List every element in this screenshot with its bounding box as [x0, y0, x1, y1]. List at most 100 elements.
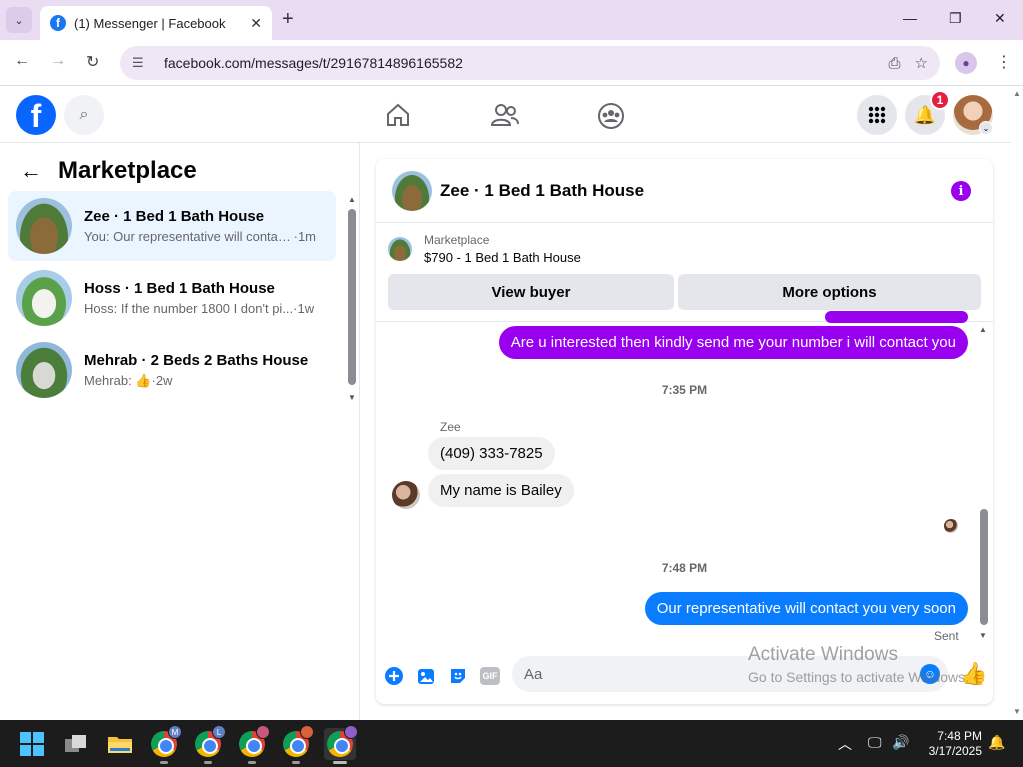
- thumbs-up-like-icon[interactable]: 👍: [960, 661, 987, 687]
- facebook-logo-icon[interactable]: f: [16, 95, 56, 135]
- volume-icon[interactable]: 🔊: [892, 734, 909, 751]
- install-app-icon[interactable]: ⎙: [889, 55, 901, 72]
- back-arrow-icon[interactable]: ←: [20, 158, 42, 184]
- file-explorer-icon[interactable]: [104, 728, 136, 760]
- marketplace-listing[interactable]: Marketplace $790 - 1 Bed 1 Bath House: [388, 233, 581, 265]
- address-bar[interactable]: ☰ facebook.com/messages/t/29167814896165…: [120, 46, 940, 80]
- message-input[interactable]: [512, 656, 948, 692]
- scroll-down-icon[interactable]: ▼: [348, 393, 356, 402]
- scrollbar-thumb[interactable]: [348, 209, 356, 385]
- browser-profile-icon[interactable]: ●: [955, 52, 977, 74]
- message-timestamp: 7:48 PM: [661, 561, 708, 575]
- conversation-preview: Mehrab: 👍: [84, 372, 152, 388]
- close-window-icon[interactable]: ✕: [994, 10, 1006, 27]
- chrome-profile-l-icon[interactable]: L: [192, 725, 226, 764]
- restore-icon[interactable]: ❐: [949, 10, 962, 27]
- photo-gallery-icon[interactable]: [415, 665, 437, 687]
- sticker-icon[interactable]: [447, 665, 469, 687]
- chat-thumbnail[interactable]: [392, 170, 432, 211]
- clipped-outgoing-message: [825, 311, 968, 323]
- page-scroll-down-icon[interactable]: ▼: [1013, 707, 1021, 716]
- add-attachment-plus-icon[interactable]: [383, 665, 405, 687]
- notification-center-bell-icon[interactable]: 🔔: [988, 734, 1005, 751]
- account-chevron-icon[interactable]: ⌄: [979, 121, 993, 135]
- show-hidden-icons-chevron-icon[interactable]: ︿: [838, 734, 852, 754]
- marketplace-label: Marketplace: [424, 233, 490, 247]
- friends-icon[interactable]: [490, 101, 520, 131]
- chrome-active-window-icon[interactable]: [324, 725, 358, 764]
- conversation-item[interactable]: Hoss · 1 Bed 1 Bath House Hoss: If the n…: [8, 263, 336, 333]
- conversation-name: Mehrab · 2 Beds 2 Baths House: [84, 351, 309, 369]
- sender-avatar[interactable]: [392, 481, 420, 509]
- profile-photo-badge-icon: [300, 725, 314, 739]
- back-arrow-icon[interactable]: ←: [14, 52, 30, 70]
- profile-photo-badge-icon: [256, 725, 270, 739]
- marketplace-sidebar: ← Marketplace Zee · 1 Bed 1 Bath House Y…: [0, 143, 360, 720]
- tab-search-chevron-icon[interactable]: ⌄: [6, 7, 32, 33]
- menu-grid-icon[interactable]: [857, 95, 897, 135]
- chat-scroll-down-icon[interactable]: ▼: [979, 631, 987, 640]
- browser-menu-icon[interactable]: ⋮: [996, 52, 1012, 72]
- profile-photo-badge-icon: [344, 725, 358, 739]
- chat-header: Zee · 1 Bed 1 Bath House i: [376, 159, 993, 223]
- chrome-profile-icon[interactable]: [280, 725, 314, 764]
- reload-icon[interactable]: ↻: [86, 52, 99, 72]
- conversation-thumbnail: [16, 198, 72, 254]
- home-icon[interactable]: [383, 101, 413, 131]
- chat-scroll-up-icon[interactable]: ▲: [979, 325, 987, 334]
- page-scroll-up-icon[interactable]: ▲: [1013, 89, 1021, 98]
- conversation-item[interactable]: Zee · 1 Bed 1 Bath House You: Our repres…: [8, 191, 336, 261]
- forward-arrow-icon[interactable]: →: [50, 52, 66, 70]
- chrome-profile-m-icon[interactable]: M: [148, 725, 182, 764]
- profile-badge: L: [212, 725, 226, 739]
- facebook-favicon-icon: f: [50, 15, 66, 31]
- conversation-time: ·1m: [293, 229, 316, 244]
- incoming-message[interactable]: (409) 333-7825: [428, 437, 555, 470]
- profile-badge: M: [168, 725, 182, 739]
- notification-badge: 1: [930, 90, 950, 110]
- message-status: Sent: [934, 629, 959, 643]
- windows-taskbar: M L ︿ 🖵 🔊 7:48 PM 3/17/2025 🔔: [0, 720, 1023, 767]
- outgoing-message[interactable]: Our representative will contact you very…: [644, 592, 968, 625]
- system-clock[interactable]: 7:48 PM 3/17/2025: [920, 729, 982, 759]
- groups-icon[interactable]: [596, 101, 626, 131]
- conversation-time: ·1w: [293, 301, 315, 316]
- url-text[interactable]: facebook.com/messages/t/2916781489616558…: [164, 55, 875, 71]
- outgoing-message[interactable]: Are u interested then kindly send me you…: [498, 326, 968, 359]
- start-windows-icon[interactable]: [16, 728, 48, 760]
- conversation-preview: Hoss: If the number 1800 I don't pi...: [84, 301, 294, 316]
- conversation-time: ·2w: [151, 372, 173, 388]
- chrome-profile-icon[interactable]: [236, 725, 270, 764]
- conversation-thumbnail: [16, 342, 72, 398]
- chat-title[interactable]: Zee · 1 Bed 1 Bath House: [440, 181, 644, 201]
- site-settings-icon[interactable]: ☰: [132, 55, 150, 71]
- close-tab-icon[interactable]: ✕: [250, 15, 262, 32]
- gif-icon[interactable]: GIF: [480, 667, 500, 685]
- page-scrollbar[interactable]: ▲ ▼: [1011, 87, 1023, 720]
- chat-panel: Zee · 1 Bed 1 Bath House i Marketplace $…: [376, 159, 993, 704]
- facebook-search-icon[interactable]: ⌕: [64, 95, 104, 135]
- task-view-icon[interactable]: [60, 728, 92, 760]
- view-buyer-button[interactable]: View buyer: [388, 274, 674, 310]
- incoming-message[interactable]: My name is Bailey: [428, 474, 574, 507]
- emoji-icon[interactable]: ☺: [920, 664, 940, 684]
- info-icon[interactable]: i: [951, 181, 971, 201]
- chat-scrollbar-thumb[interactable]: [980, 509, 988, 625]
- sidebar-scrollbar[interactable]: ▲ ▼: [347, 195, 357, 405]
- tab-title: (1) Messenger | Facebook: [74, 15, 226, 31]
- conversation-thumbnail: [16, 270, 72, 326]
- minimize-icon[interactable]: —: [903, 10, 917, 26]
- conversation-item[interactable]: Mehrab · 2 Beds 2 Baths House Mehrab: 👍 ·…: [8, 335, 336, 405]
- browser-tab-messenger[interactable]: f (1) Messenger | Facebook ✕: [40, 6, 272, 40]
- more-options-button[interactable]: More options: [678, 274, 981, 310]
- scroll-up-icon[interactable]: ▲: [348, 195, 356, 204]
- message-sender-name: Zee: [440, 420, 461, 434]
- network-icon[interactable]: 🖵: [868, 734, 882, 751]
- new-tab-plus-icon[interactable]: +: [282, 8, 294, 31]
- sidebar-header: ← Marketplace: [20, 157, 197, 185]
- browser-tab-bar: ⌄ f (1) Messenger | Facebook ✕ + — ❐ ✕: [0, 0, 1023, 40]
- listing-thumbnail: [388, 237, 412, 261]
- bookmark-star-icon[interactable]: ☆: [915, 54, 928, 72]
- conversation-preview: You: Our representative will contac...: [84, 229, 294, 244]
- message-composer: GIF ☺ 👍: [376, 651, 993, 704]
